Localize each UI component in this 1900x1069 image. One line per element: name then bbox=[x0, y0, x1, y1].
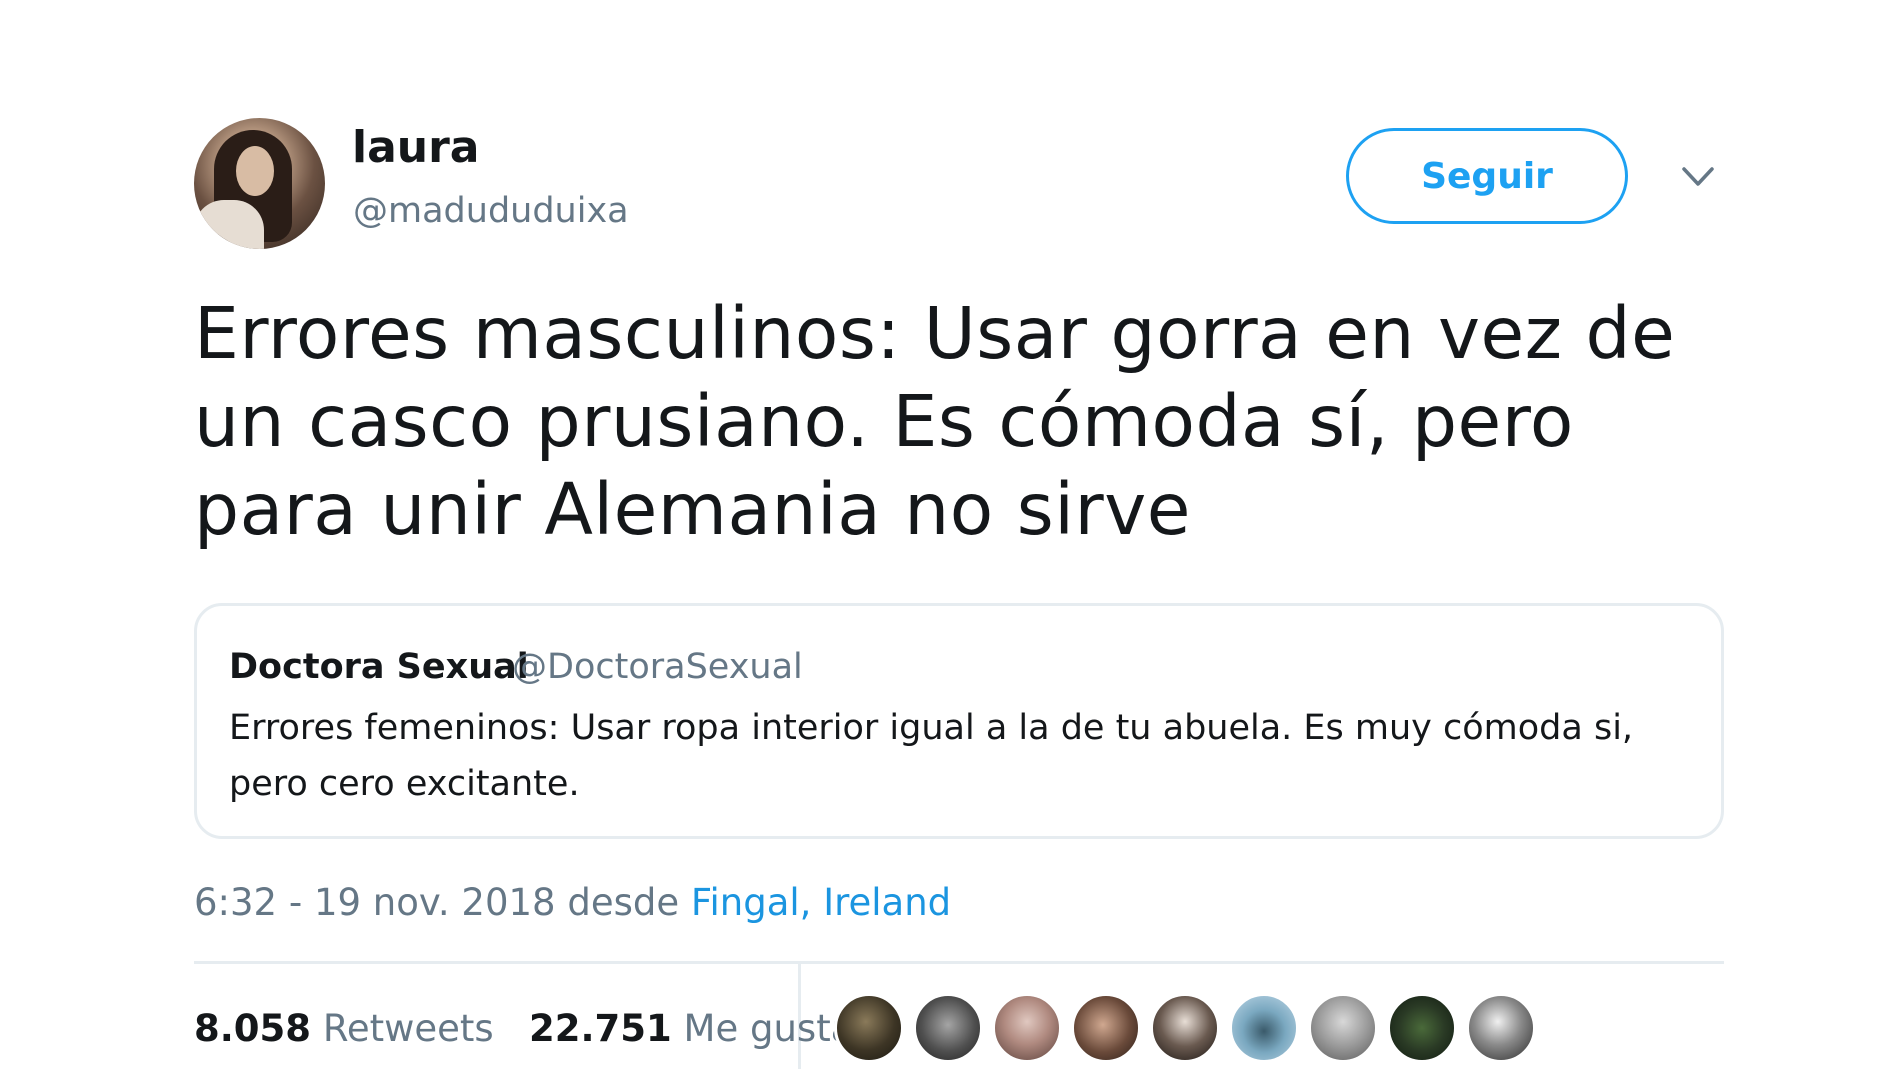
quoted-author-name: Doctora Sexual bbox=[229, 647, 529, 687]
liker-avatar[interactable] bbox=[1466, 993, 1536, 1063]
likes-count: 22.751 bbox=[529, 1007, 672, 1050]
tweet-meta: 6:32 - 19 nov. 2018 desde Fingal, Irelan… bbox=[194, 884, 951, 921]
liker-avatar[interactable] bbox=[834, 993, 904, 1063]
liker-avatar[interactable] bbox=[1229, 993, 1299, 1063]
divider bbox=[194, 961, 1724, 964]
liker-avatar[interactable] bbox=[913, 993, 983, 1063]
chevron-down-icon[interactable] bbox=[1681, 165, 1715, 189]
retweets-label: Retweets bbox=[322, 1007, 494, 1050]
liker-avatar[interactable] bbox=[1071, 993, 1141, 1063]
likes-stat[interactable]: 22.751 Me gusta bbox=[529, 1007, 853, 1050]
tweet-text: Errores masculinos: Usar gorra en vez de… bbox=[194, 292, 1676, 551]
liker-avatar[interactable] bbox=[1150, 993, 1220, 1063]
timestamp[interactable]: 6:32 - 19 nov. 2018 desde bbox=[194, 881, 691, 924]
retweets-count: 8.058 bbox=[194, 1007, 312, 1050]
liker-avatar[interactable] bbox=[1387, 993, 1457, 1063]
retweets-stat[interactable]: 8.058 Retweets bbox=[194, 1007, 494, 1050]
liker-avatar[interactable] bbox=[992, 993, 1062, 1063]
avatar[interactable] bbox=[194, 118, 325, 249]
location-link[interactable]: Fingal, Ireland bbox=[691, 881, 951, 924]
author-name[interactable]: laura bbox=[352, 126, 480, 170]
quoted-author-handle: @DoctoraSexual bbox=[512, 647, 803, 687]
tweet-stats: 8.058 Retweets 22.751 Me gusta bbox=[194, 1010, 853, 1047]
likes-label: Me gusta bbox=[683, 1007, 854, 1050]
tweet: laura @madududuixa Seguir Errores mascul… bbox=[194, 0, 1724, 1069]
quoted-text: Errores femeninos: Usar ropa interior ig… bbox=[229, 708, 1634, 804]
follow-button[interactable]: Seguir bbox=[1346, 128, 1628, 224]
author-handle[interactable]: @madududuixa bbox=[353, 194, 629, 229]
liker-avatar[interactable] bbox=[1308, 993, 1378, 1063]
